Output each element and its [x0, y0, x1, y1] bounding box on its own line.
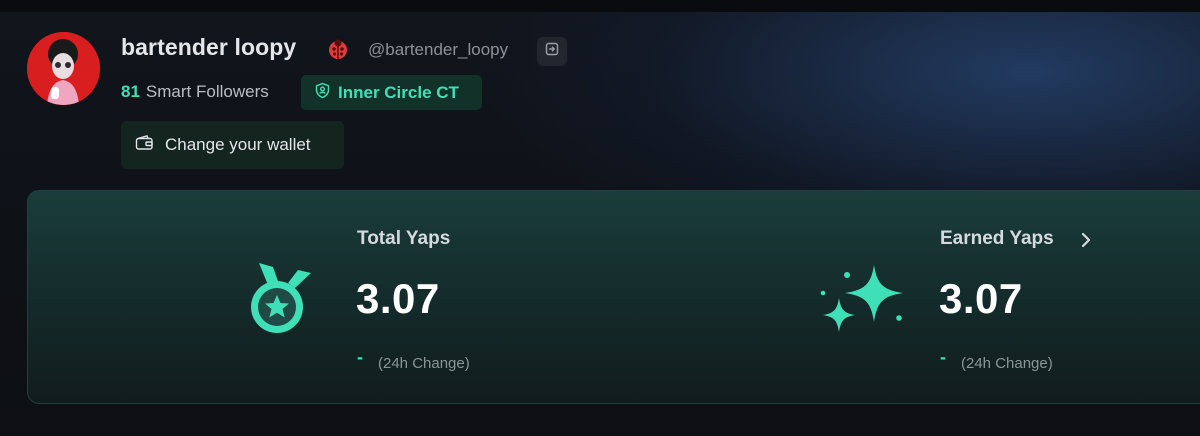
profile-name: bartender loopy: [121, 34, 297, 60]
ladybug-icon: [327, 38, 349, 60]
earned-yaps-change-label: (24h Change): [961, 355, 1053, 372]
earned-yaps-title[interactable]: Earned Yaps: [940, 228, 1054, 250]
inner-circle-badge[interactable]: Inner Circle CT: [301, 75, 482, 110]
login-button[interactable]: [537, 37, 567, 66]
wallet-icon: [135, 134, 165, 156]
earned-yaps-change-value: -: [940, 347, 946, 367]
chevron-right-icon[interactable]: [1080, 232, 1092, 253]
sign-in-icon: [545, 42, 559, 61]
medal-icon: [246, 258, 316, 343]
badge-label: Inner Circle CT: [338, 82, 459, 102]
smart-followers: 81 Smart Followers: [121, 82, 269, 102]
smart-followers-label: Smart Followers: [145, 82, 269, 101]
smart-followers-count: 81: [121, 82, 140, 101]
profile-handle[interactable]: @bartender_loopy: [368, 40, 508, 60]
earned-yaps-value: 3.07: [939, 275, 1023, 322]
sparkles-icon: [817, 262, 907, 339]
change-wallet-button[interactable]: Change your wallet: [121, 121, 344, 169]
top-strip: [0, 0, 1200, 12]
change-wallet-label: Change your wallet: [165, 135, 311, 154]
avatar[interactable]: [27, 32, 100, 105]
total-yaps-value: 3.07: [356, 275, 440, 322]
avatar-image: [27, 32, 100, 105]
total-yaps-change-value: -: [357, 347, 363, 367]
shield-icon: [314, 82, 338, 104]
total-yaps-change-label: (24h Change): [378, 355, 470, 372]
total-yaps-title: Total Yaps: [357, 228, 451, 249]
